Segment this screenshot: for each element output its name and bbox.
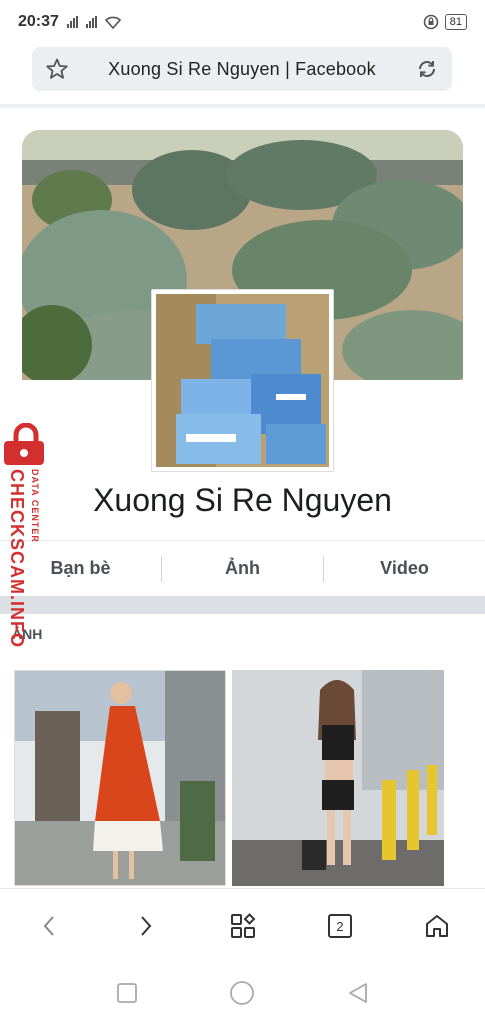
alarm-lock-icon bbox=[423, 14, 439, 30]
tab-count: 2 bbox=[336, 919, 343, 934]
system-nav bbox=[0, 962, 485, 1024]
signal-icon bbox=[66, 16, 78, 28]
battery-indicator: 81 bbox=[444, 14, 467, 30]
wifi-icon bbox=[104, 16, 121, 29]
divider bbox=[0, 104, 485, 108]
status-bar: 20:37 81 bbox=[0, 0, 485, 44]
photo-item[interactable] bbox=[232, 670, 444, 886]
forward-button[interactable] bbox=[122, 902, 170, 950]
address-bar[interactable]: Xuong Si Re Nguyen | Facebook bbox=[32, 47, 452, 91]
refresh-icon[interactable] bbox=[414, 56, 440, 82]
star-icon[interactable] bbox=[44, 56, 70, 82]
browser-bottom-nav: 2 bbox=[0, 888, 485, 962]
tab-video[interactable]: Video bbox=[324, 558, 485, 579]
back-button[interactable] bbox=[25, 902, 73, 950]
watermark: CHECKSCAM.INFO DATA CENTER bbox=[0, 423, 52, 653]
section-divider bbox=[0, 596, 485, 614]
grid-icon bbox=[230, 912, 255, 938]
tab-photos[interactable]: Ảnh bbox=[162, 558, 323, 579]
watermark-sub: DATA CENTER bbox=[30, 469, 40, 543]
watermark-main: CHECKSCAM.INFO bbox=[7, 469, 27, 648]
home-icon bbox=[425, 914, 448, 937]
home-circle-icon[interactable] bbox=[229, 980, 255, 1006]
menu-button[interactable] bbox=[219, 902, 267, 950]
signal-icon-2 bbox=[85, 16, 97, 28]
status-right: 81 bbox=[423, 14, 467, 30]
page-title[interactable]: Xuong Si Re Nguyen | Facebook bbox=[108, 59, 376, 80]
profile-tabs: Bạn bè Ảnh Video bbox=[0, 540, 485, 596]
status-time: 20:37 bbox=[18, 13, 59, 30]
photo-item[interactable] bbox=[14, 670, 226, 886]
chevron-left-icon bbox=[43, 915, 54, 936]
profile-picture[interactable] bbox=[151, 289, 334, 472]
home-button[interactable] bbox=[413, 902, 461, 950]
page-name: Xuong Si Re Nguyen bbox=[93, 482, 392, 518]
lock-icon bbox=[4, 423, 44, 465]
status-left: 20:37 bbox=[18, 13, 121, 31]
chevron-right-icon bbox=[140, 915, 151, 936]
tabs-count-icon: 2 bbox=[327, 913, 352, 938]
tabs-button[interactable]: 2 bbox=[316, 902, 364, 950]
back-triangle-icon[interactable] bbox=[347, 982, 369, 1004]
recents-square-icon[interactable] bbox=[116, 982, 138, 1004]
